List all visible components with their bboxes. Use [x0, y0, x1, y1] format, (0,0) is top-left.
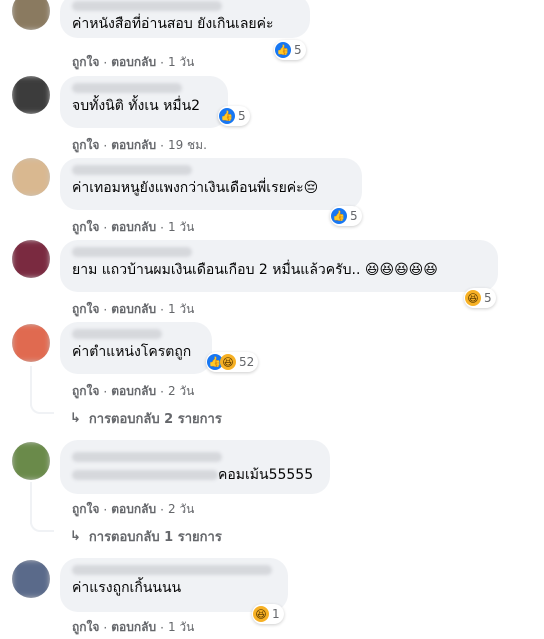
commenter-name-redacted[interactable]	[72, 470, 218, 480]
comment-text: ยาม แถวบ้านผมเงินเดือนเกือบ 2 หมื่นแล้วค…	[72, 262, 361, 278]
reply-arrow-icon: ↳	[70, 411, 81, 426]
reaction-count: 52	[239, 355, 255, 369]
commenter-name-redacted[interactable]	[72, 165, 192, 175]
timestamp[interactable]: 2 วัน	[168, 382, 194, 401]
like-icon: 👍	[275, 42, 291, 58]
comment-text: ค่าตำแหน่งโครตถูก	[72, 344, 192, 360]
comment-bubble: ค่าเทอมหนูยังแพงกว่าเงินเดือนพี่เรยค่ะ😔	[60, 158, 362, 210]
commenter-name-redacted[interactable]	[72, 565, 272, 575]
comment-actions: ถูกใจ · ตอบกลับ · 1 วัน	[72, 618, 194, 637]
replies-count-label: การตอบกลับ 2 รายการ	[88, 412, 222, 427]
like-link[interactable]: ถูกใจ	[72, 618, 99, 637]
reaction-count: 5	[294, 43, 302, 57]
haha-icon: 😆	[253, 606, 269, 622]
like-icon: 👍	[331, 208, 347, 224]
reply-link[interactable]: ตอบกลับ	[111, 500, 156, 519]
reply-link[interactable]: ตอบกลับ	[111, 300, 156, 319]
reply-link[interactable]: ตอบกลับ	[111, 218, 156, 237]
view-replies-link[interactable]: ↳ การตอบกลับ 1 รายการ	[70, 526, 222, 547]
timestamp[interactable]: 1 วัน	[168, 618, 194, 637]
comment-actions: ถูกใจ · ตอบกลับ · 1 วัน	[72, 218, 194, 237]
like-link[interactable]: ถูกใจ	[72, 300, 99, 319]
haha-icon: 😆	[220, 354, 236, 370]
commenter-name-redacted[interactable]	[72, 83, 182, 93]
comment-actions: ถูกใจ · ตอบกลับ · 2 วัน	[72, 382, 194, 401]
avatar[interactable]	[12, 560, 50, 598]
timestamp[interactable]: 1 วัน	[168, 300, 194, 319]
thread-connector	[30, 514, 54, 532]
comment-actions: ถูกใจ · ตอบกลับ · 1 วัน	[72, 300, 194, 319]
comment-text: คอมเม้น55555	[218, 467, 314, 483]
avatar[interactable]	[12, 442, 50, 480]
reaction-summary[interactable]: 👍 5	[218, 106, 250, 126]
reaction-count: 5	[484, 291, 492, 305]
timestamp[interactable]: 2 วัน	[168, 500, 194, 519]
comment-text: จบทั้งนิติ ทั้งเน หมื่น2	[72, 98, 201, 114]
comment-text: ค่าหนังสือที่อ่านสอบ ยังเกินเลยค่ะ	[72, 16, 274, 32]
reaction-summary[interactable]: 👍 5	[274, 40, 306, 60]
replies-count-label: การตอบกลับ 1 รายการ	[88, 530, 222, 545]
like-link[interactable]: ถูกใจ	[72, 53, 99, 72]
like-link[interactable]: ถูกใจ	[72, 218, 99, 237]
comment-bubble: ยาม แถวบ้านผมเงินเดือนเกือบ 2 หมื่นแล้วค…	[60, 240, 498, 292]
avatar[interactable]	[12, 76, 50, 114]
like-link[interactable]: ถูกใจ	[72, 382, 99, 401]
comment-actions: ถูกใจ · ตอบกลับ · 19 ชม.	[72, 136, 207, 155]
commenter-name-redacted[interactable]	[72, 247, 192, 257]
sad-face-emoji: 😔	[303, 180, 319, 196]
reply-link[interactable]: ตอบกลับ	[111, 618, 156, 637]
thread-connector	[30, 396, 54, 414]
reaction-summary[interactable]: 👍 😆 52	[206, 352, 259, 372]
avatar[interactable]	[12, 158, 50, 196]
timestamp[interactable]: 1 วัน	[168, 53, 194, 72]
avatar[interactable]	[12, 240, 50, 278]
timestamp[interactable]: 1 วัน	[168, 218, 194, 237]
commenter-name-redacted[interactable]	[72, 329, 162, 339]
avatar[interactable]	[12, 324, 50, 362]
comment-bubble: จบทั้งนิติ ทั้งเน หมื่น2	[60, 76, 228, 128]
comment-text-line: คอมเม้น55555	[72, 466, 318, 484]
reaction-count: 5	[238, 109, 246, 123]
reaction-summary[interactable]: 👍 5	[330, 206, 362, 226]
view-replies-link[interactable]: ↳ การตอบกลับ 2 รายการ	[70, 408, 222, 429]
comment-bubble: ค่าแรงถูกเกิ้นนนน	[60, 558, 288, 612]
haha-icon: 😆	[465, 290, 481, 306]
avatar[interactable]	[12, 0, 50, 30]
reply-link[interactable]: ตอบกลับ	[111, 382, 156, 401]
like-link[interactable]: ถูกใจ	[72, 500, 99, 519]
comment-bubble: ค่าหนังสือที่อ่านสอบ ยังเกินเลยค่ะ	[60, 0, 310, 38]
like-link[interactable]: ถูกใจ	[72, 136, 99, 155]
comment-text-line: ค่าเทอมหนูยังแพงกว่าเงินเดือนพี่เรยค่ะ😔	[72, 179, 350, 197]
reply-arrow-icon: ↳	[70, 529, 81, 544]
comment-bubble: ค่าตำแหน่งโครตถูก	[60, 322, 212, 374]
reply-link[interactable]: ตอบกลับ	[111, 136, 156, 155]
comment-text: ค่าแรงถูกเกิ้นนนน	[72, 580, 182, 596]
commenter-name-redacted[interactable]	[72, 1, 222, 11]
timestamp[interactable]: 19 ชม.	[168, 136, 207, 155]
reaction-count: 1	[272, 607, 280, 621]
laughing-emojis: 😆😆😆😆😆	[364, 262, 438, 278]
reaction-summary[interactable]: 😆 5	[464, 288, 496, 308]
reaction-summary[interactable]: 😆 1	[252, 604, 284, 624]
comment-text: ค่าเทอมหนูยังแพงกว่าเงินเดือนพี่เรยค่ะ	[72, 180, 304, 196]
like-icon: 👍	[219, 108, 235, 124]
reply-link[interactable]: ตอบกลับ	[111, 53, 156, 72]
comment-actions: ถูกใจ · ตอบกลับ · 1 วัน	[72, 53, 194, 72]
comment-text-line: ยาม แถวบ้านผมเงินเดือนเกือบ 2 หมื่นแล้วค…	[72, 261, 486, 279]
commenter-name-redacted[interactable]	[72, 452, 222, 462]
reaction-count: 5	[350, 209, 358, 223]
comment-actions: ถูกใจ · ตอบกลับ · 2 วัน	[72, 500, 194, 519]
comment-bubble: คอมเม้น55555	[60, 440, 330, 494]
